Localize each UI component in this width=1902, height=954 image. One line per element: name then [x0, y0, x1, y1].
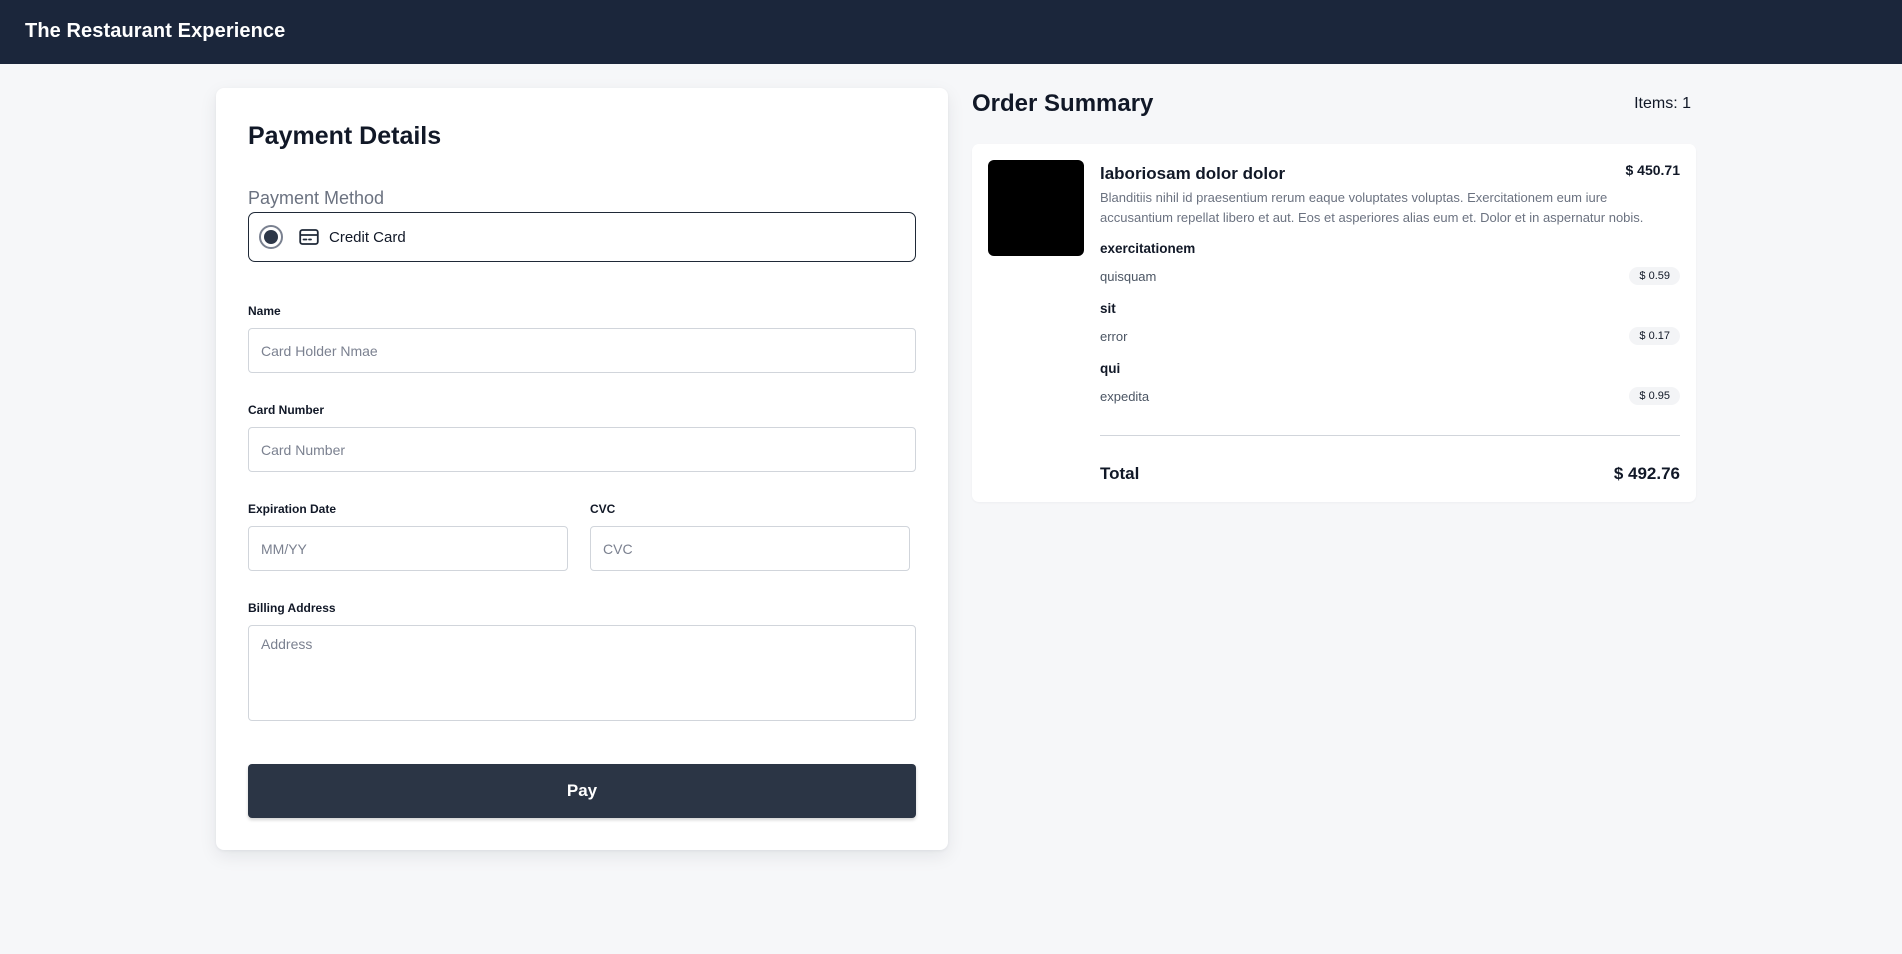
option-name: expedita	[1100, 389, 1150, 404]
summary-divider	[1100, 435, 1680, 436]
option-name: quisquam	[1100, 269, 1157, 284]
cvc-label: CVC	[590, 502, 616, 516]
item-price: $ 450.71	[1625, 162, 1681, 178]
order-items-count: Items: 1	[1634, 95, 1691, 112]
total-value: $ 492.76	[1613, 464, 1680, 483]
item-description: Blanditiis nihil id praesentium rerum ea…	[1100, 190, 1644, 225]
payment-details-title: Payment Details	[248, 122, 442, 150]
card-number-input[interactable]	[248, 427, 916, 472]
option-group-title: qui	[1100, 361, 1121, 376]
name-label: Name	[248, 304, 281, 318]
cvc-input[interactable]	[590, 526, 910, 571]
option-price-badge: $ 0.17	[1629, 327, 1680, 345]
radio-selected-icon[interactable]	[259, 225, 283, 249]
pay-button[interactable]: Pay	[248, 764, 916, 818]
card-number-label: Card Number	[248, 403, 325, 417]
option-group-title: exercitationem	[1100, 241, 1196, 256]
option-name: error	[1100, 329, 1128, 344]
card-holder-name-input[interactable]	[248, 328, 916, 373]
order-summary-title: Order Summary	[972, 90, 1154, 117]
app-title[interactable]: The Restaurant Experience	[25, 20, 285, 43]
payment-method-credit-card[interactable]: Credit Card	[248, 212, 916, 262]
expiration-date-label: Expiration Date	[248, 502, 337, 516]
billing-address-input[interactable]	[248, 625, 916, 721]
payment-method-label: Payment Method	[248, 188, 385, 208]
credit-card-icon	[299, 229, 319, 245]
option-price-badge: $ 0.95	[1629, 387, 1680, 405]
total-label: Total	[1100, 464, 1140, 483]
payment-method-option-label: Credit Card	[329, 229, 406, 246]
option-group-title: sit	[1100, 301, 1116, 316]
top-navbar: The Restaurant Experience	[0, 0, 1902, 64]
payment-details-card: Payment Details Payment Method Credit Ca…	[216, 88, 948, 850]
expiration-date-input[interactable]	[248, 526, 568, 571]
item-image	[988, 160, 1084, 256]
billing-address-label: Billing Address	[248, 601, 336, 615]
order-item-card: laboriosam dolor dolor $ 450.71 Blanditi…	[972, 144, 1696, 502]
item-name: laboriosam dolor dolor	[1100, 164, 1286, 183]
option-price-badge: $ 0.59	[1629, 267, 1680, 285]
